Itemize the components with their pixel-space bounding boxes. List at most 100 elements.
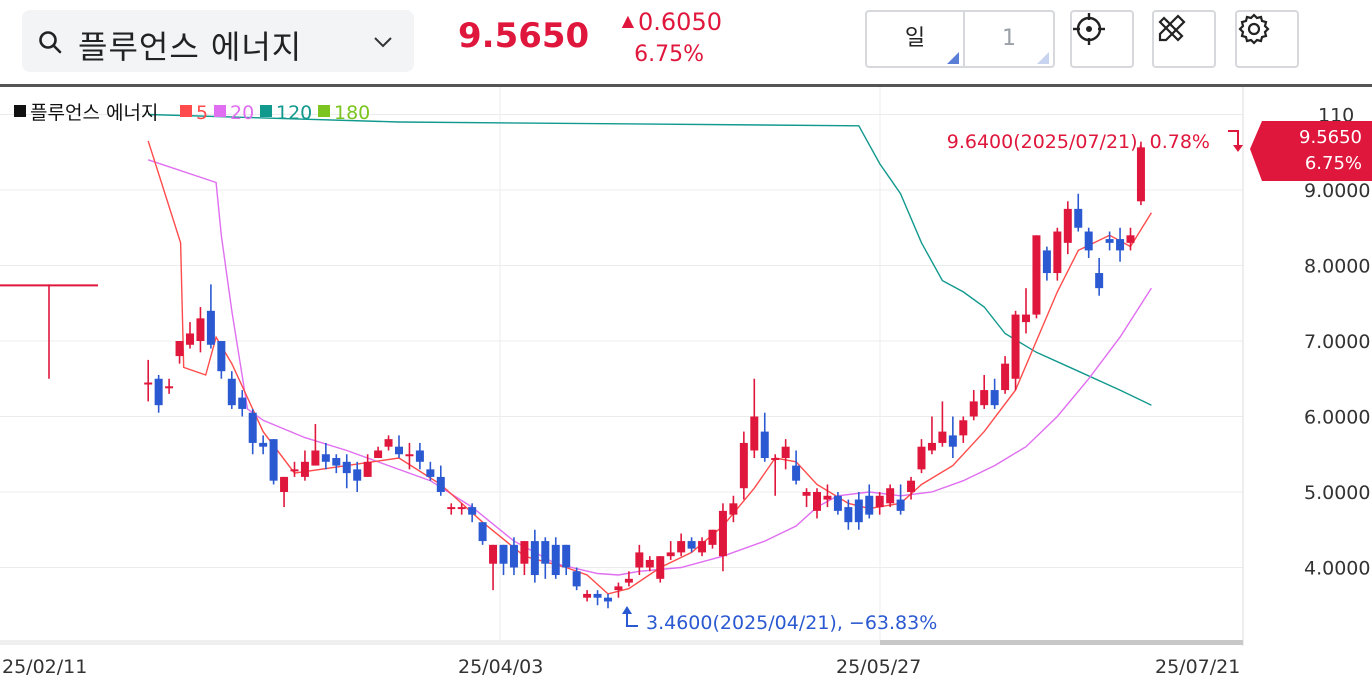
candle-up	[886, 488, 895, 504]
period-unit-label: 일	[904, 26, 926, 51]
candle-down	[948, 435, 957, 447]
gear-icon	[1237, 13, 1271, 50]
candle-down	[353, 469, 362, 481]
crosshair-button[interactable]	[1070, 10, 1134, 68]
dropdown-corner-icon	[1037, 52, 1049, 64]
candle-down	[854, 499, 863, 523]
candle-down	[259, 442, 268, 447]
candle-up	[290, 469, 299, 472]
candle-down	[321, 454, 330, 462]
stock-name: 플루언스 에너지	[78, 28, 303, 66]
dropdown-corner-icon	[947, 52, 959, 64]
candle-up	[374, 450, 383, 459]
candle-up	[907, 480, 916, 492]
candle-down	[1084, 231, 1093, 251]
price-change: ▲ 0.6050	[606, 8, 722, 36]
candle-up	[1053, 231, 1062, 274]
candle-down	[593, 593, 602, 598]
candle-down	[833, 495, 842, 511]
candle-down	[217, 341, 226, 372]
y-tick-label: 6.0000	[1304, 407, 1370, 429]
candle-up	[457, 507, 466, 510]
candle-down	[551, 544, 560, 576]
candle-down	[1042, 250, 1051, 274]
top-bar: 플루언스 에너지 9.5650 ▲ 0.6050 6.75% 일 1	[0, 0, 1372, 84]
candle-down	[562, 544, 571, 568]
candle-down	[206, 310, 215, 345]
high-annotation: 9.6400(2025/07/21), 0.78%	[947, 131, 1210, 153]
ma20-line	[147, 159, 1152, 576]
candle-down	[415, 450, 424, 462]
chevron-down-icon[interactable]	[372, 34, 394, 53]
candle-up	[363, 461, 372, 477]
candle-down	[1074, 208, 1083, 228]
candle-down	[509, 544, 518, 568]
candle-down	[1116, 239, 1125, 251]
candle-up	[927, 442, 936, 451]
candle-up	[1126, 235, 1135, 243]
drawing-tools-button[interactable]	[1152, 10, 1216, 68]
candle-down	[468, 507, 477, 515]
candle-up	[1136, 147, 1145, 202]
candle-down	[154, 378, 163, 406]
candle-up	[969, 401, 978, 417]
settings-button[interactable]	[1235, 10, 1299, 68]
candle-up	[447, 507, 456, 510]
last-price-badge-pct: 6.75%	[1305, 153, 1362, 174]
y-tick-label: 8.0000	[1304, 256, 1370, 278]
candle-up	[520, 541, 529, 564]
candle-up	[280, 476, 289, 492]
candle-down	[499, 544, 508, 564]
candle-down	[541, 541, 550, 564]
high-arrow-head	[1233, 145, 1243, 152]
candle-up	[300, 461, 309, 477]
candle-up	[1011, 314, 1020, 379]
scroll-thumb	[880, 640, 1243, 645]
candle-up	[917, 446, 926, 470]
ma120-line	[148, 113, 1152, 406]
period-count-input[interactable]: 1	[965, 12, 1053, 66]
candle-up	[708, 529, 717, 545]
legend-swatch	[214, 105, 226, 117]
candle-up	[489, 544, 498, 564]
candle-up	[1001, 363, 1010, 391]
up-triangle-icon: ▲	[621, 11, 635, 30]
candle-up	[384, 439, 393, 447]
price-change-value: 0.6050	[638, 8, 722, 36]
legend-swatch	[318, 105, 330, 117]
drawing-tools-icon	[1154, 14, 1188, 50]
period-unit-select[interactable]: 일	[867, 12, 965, 66]
stock-search[interactable]: 플루언스 에너지	[22, 10, 414, 72]
candle-down	[269, 439, 278, 481]
price-chart[interactable]: 플루언스 에너지 5 20 120 180 1109.00008.00007.00006…	[0, 87, 1372, 680]
candle-down	[604, 597, 612, 602]
candle-down	[530, 541, 539, 576]
legend-swatch	[260, 105, 272, 117]
y-tick-label: 5.0000	[1304, 482, 1370, 504]
candle-up	[781, 446, 790, 459]
candle-down	[896, 499, 905, 511]
candle-up	[656, 556, 665, 579]
candle-down	[395, 446, 403, 455]
candle-up	[624, 578, 633, 583]
x-tick-label: 25/07/21	[1155, 656, 1240, 678]
low-annotation: 3.4600(2025/04/21), −63.83%	[646, 612, 937, 634]
candle-down	[342, 461, 351, 474]
candle-up	[311, 450, 320, 466]
legend-label: 플루언스 에너지	[30, 102, 158, 124]
candle-down	[572, 571, 581, 587]
candle-down	[238, 397, 247, 409]
y-tick-label: 4.0000	[1304, 558, 1370, 580]
candle-down	[1095, 273, 1104, 289]
candle-up	[938, 431, 947, 443]
candle-up	[0, 284, 98, 287]
candle-down	[227, 378, 236, 406]
low-arrow-head	[622, 606, 632, 614]
x-tick-label: 25/05/27	[836, 656, 921, 678]
candle-up	[1063, 208, 1072, 243]
candle-up	[959, 420, 968, 436]
candle-up	[729, 503, 738, 515]
current-price: 9.5650	[458, 16, 590, 56]
candle-up	[186, 333, 194, 345]
candle-down	[332, 458, 341, 466]
